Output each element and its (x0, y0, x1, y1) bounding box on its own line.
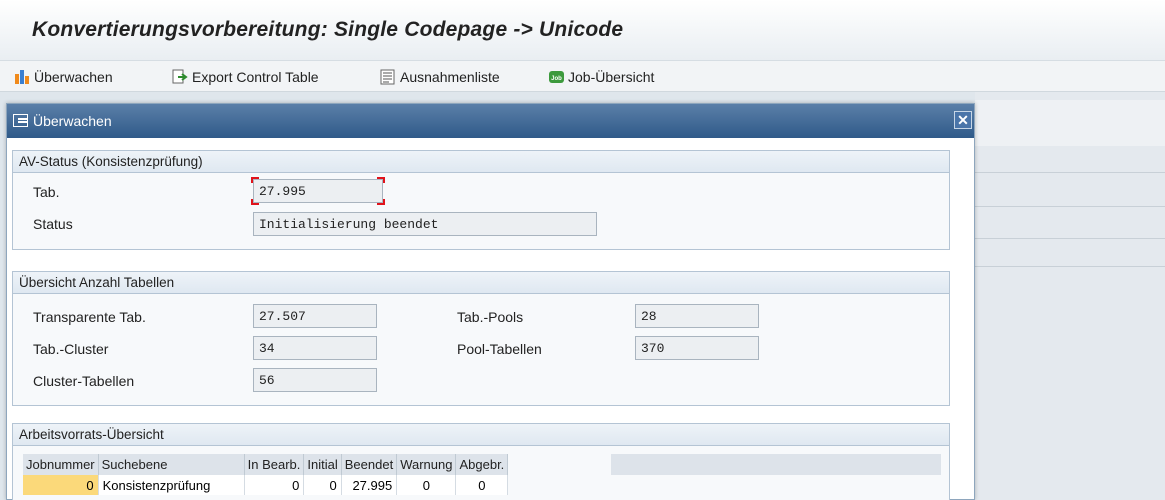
background-divider (975, 172, 1165, 173)
dialog-window-icon (13, 114, 28, 127)
cluster-tables-label: Cluster-Tabellen (33, 373, 135, 389)
close-button[interactable]: ✕ (954, 111, 972, 129)
table-header-row: Jobnummer Suchebene In Bearb. Initial Be… (23, 454, 509, 475)
exception-list-label: Ausnahmenliste (400, 69, 500, 85)
monitor-label: Überwachen (34, 69, 113, 85)
focus-corner (377, 199, 385, 205)
dialog-title: Überwachen (33, 113, 112, 129)
table-overview-group-title: Übersicht Anzahl Tabellen (13, 272, 949, 294)
monitor-chart-icon (14, 69, 31, 85)
export-control-table-button[interactable]: Export Control Table (172, 67, 319, 87)
export-label: Export Control Table (192, 69, 319, 85)
job-overview-button[interactable]: Job Job-Übersicht (548, 67, 654, 87)
background-divider (975, 238, 1165, 239)
job-overview-label: Job-Übersicht (568, 69, 655, 85)
focus-corner (377, 177, 385, 183)
column-header[interactable]: Abgebr. (455, 454, 509, 475)
focus-corner (251, 199, 259, 205)
title-bar: Konvertierungsvorbereitung: Single Codep… (0, 0, 1165, 60)
export-icon (172, 69, 189, 85)
tab-field[interactable]: 27.995 (253, 179, 383, 203)
pool-tables-field[interactable]: 370 (635, 336, 759, 360)
pool-tables-label: Pool-Tabellen (457, 341, 542, 357)
tab-label: Tab. (33, 184, 60, 200)
tab-cluster-label: Tab.-Cluster (33, 341, 109, 357)
close-icon: ✕ (957, 112, 969, 128)
toolbar: Überwachen Export Control Table Ausnahme… (0, 60, 1165, 92)
tab-cluster-field[interactable]: 34 (253, 336, 377, 360)
background-header (975, 100, 1165, 146)
exception-list-button[interactable]: Ausnahmenliste (380, 67, 500, 87)
initial-cell[interactable]: 0 (303, 475, 342, 495)
jobnumber-cell[interactable]: 0 (23, 475, 99, 495)
column-header[interactable]: In Bearb. (244, 454, 305, 475)
transparent-tab-label: Transparente Tab. (33, 309, 146, 325)
table-overview-group: Übersicht Anzahl Tabellen Transparente T… (12, 271, 950, 406)
status-field[interactable]: Initialisierung beendet (253, 212, 597, 236)
work-overview-group-title: Arbeitsvorrats-Übersicht (13, 424, 949, 446)
aborted-cell[interactable]: 0 (455, 475, 509, 495)
column-header[interactable]: Initial (303, 454, 342, 475)
finished-cell[interactable]: 27.995 (341, 475, 398, 495)
work-overview-group: Arbeitsvorrats-Übersicht Jobnummer Suche… (12, 423, 950, 500)
av-status-group-title: AV-Status (Konsistenzprüfung) (13, 151, 949, 173)
background-divider (975, 206, 1165, 207)
column-header[interactable]: Beendet (341, 454, 398, 475)
window-title: Konvertierungsvorbereitung: Single Codep… (32, 18, 624, 41)
monitor-dialog: Überwachen ✕ AV-Status (Konsistenzprüfun… (6, 103, 975, 500)
table-header-filler (611, 454, 941, 475)
column-header[interactable]: Warnung (396, 454, 457, 475)
transparent-tab-field[interactable]: 27.507 (253, 304, 377, 328)
status-label: Status (33, 216, 73, 232)
list-icon (380, 69, 397, 85)
work-overview-table: Jobnummer Suchebene In Bearb. Initial Be… (23, 454, 509, 495)
monitor-button[interactable]: Überwachen (14, 67, 113, 87)
column-header[interactable]: Suchebene (98, 454, 245, 475)
focus-corner (251, 177, 259, 183)
tab-pools-label: Tab.-Pools (457, 309, 524, 325)
background-divider (975, 266, 1165, 267)
in-process-cell[interactable]: 0 (244, 475, 305, 495)
search-level-cell[interactable]: Konsistenzprüfung (98, 475, 245, 495)
tab-pools-field[interactable]: 28 (635, 304, 759, 328)
cluster-tables-field[interactable]: 56 (253, 368, 377, 392)
dialog-header: Überwachen ✕ (7, 104, 974, 138)
job-icon: Job (548, 69, 565, 85)
column-header[interactable]: Jobnummer (23, 454, 99, 475)
svg-text:Job: Job (551, 76, 562, 82)
warning-cell[interactable]: 0 (396, 475, 457, 495)
background-panel (975, 92, 1165, 500)
table-row[interactable]: 0 Konsistenzprüfung 0 0 27.995 0 0 (23, 475, 509, 495)
av-status-group: AV-Status (Konsistenzprüfung) Tab. 27.99… (12, 150, 950, 250)
